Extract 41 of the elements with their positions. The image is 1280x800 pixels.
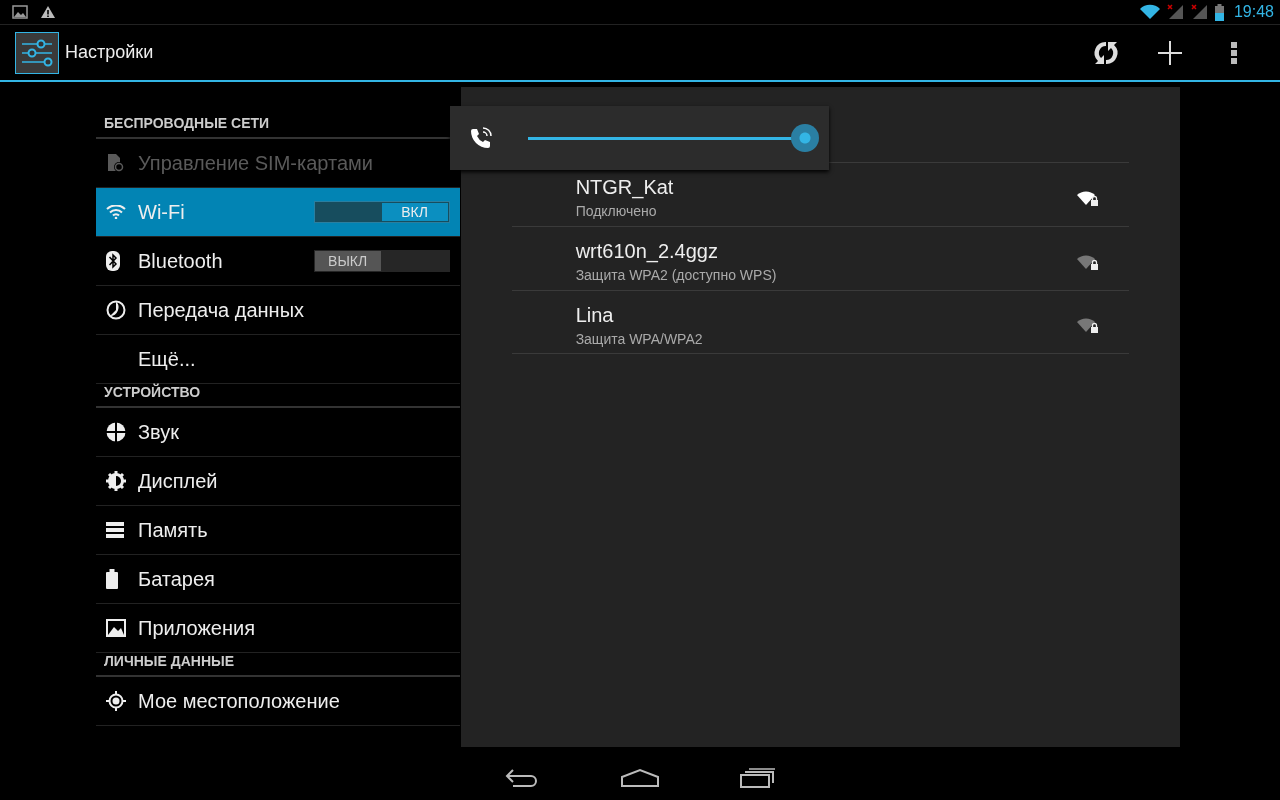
back-icon — [505, 767, 539, 788]
no-signal-icon — [1166, 4, 1185, 20]
speaker-icon — [106, 422, 126, 442]
battery-icon — [1214, 3, 1224, 21]
settings-item[interactable]: Звук — [96, 408, 460, 457]
battery-icon — [106, 569, 118, 589]
section-header: ЛИЧНЫЕ ДАННЫЕ — [96, 653, 460, 677]
settings-item[interactable]: Мое местоположение — [96, 677, 460, 726]
app-title: Настройки — [65, 42, 154, 63]
settings-sliders-icon — [15, 31, 59, 74]
settings-item[interactable]: Передача данных — [96, 286, 460, 335]
section-header: УСТРОЙСТВО — [96, 384, 460, 408]
clock-time: 19:48 — [1233, 3, 1274, 21]
settings-item[interactable]: Приложения — [96, 604, 460, 653]
warning-icon — [40, 5, 56, 19]
network-item[interactable]: wrt610n_2.4ggz Защита WPA2 (доступно WPS) — [511, 226, 1129, 290]
storage-icon — [106, 522, 124, 538]
slider-thumb[interactable] — [791, 123, 820, 152]
network-item[interactable]: Lina Защита WPA/WPA2 — [511, 290, 1129, 354]
home-icon — [621, 767, 659, 788]
wifi-icon — [106, 205, 126, 219]
no-signal-icon — [1190, 4, 1209, 20]
settings-item[interactable]: Дисплей — [96, 457, 460, 506]
settings-item[interactable]: Память — [96, 506, 460, 555]
pie-chart-icon — [106, 300, 126, 320]
picture-icon — [12, 5, 28, 19]
location-icon — [106, 691, 126, 711]
brightness-icon — [106, 471, 126, 491]
plus-icon — [1158, 40, 1182, 65]
phone-call-icon — [470, 127, 492, 149]
bluetooth-icon — [106, 251, 120, 271]
settings-item[interactable]: Bluetooth ВЫКЛ — [96, 237, 460, 286]
picture-icon — [106, 619, 126, 637]
wifi-signal-icon — [1138, 4, 1161, 20]
settings-item[interactable]: Wi-Fi ВКЛ — [96, 188, 460, 237]
settings-item[interactable]: Ещё... — [96, 335, 460, 384]
recent-apps-icon — [740, 767, 776, 788]
settings-item[interactable]: Батарея — [96, 555, 460, 604]
menu-icon — [1230, 40, 1238, 65]
toggle-switch[interactable]: ВЫКЛ — [313, 250, 450, 272]
sim-card-icon — [106, 153, 126, 173]
